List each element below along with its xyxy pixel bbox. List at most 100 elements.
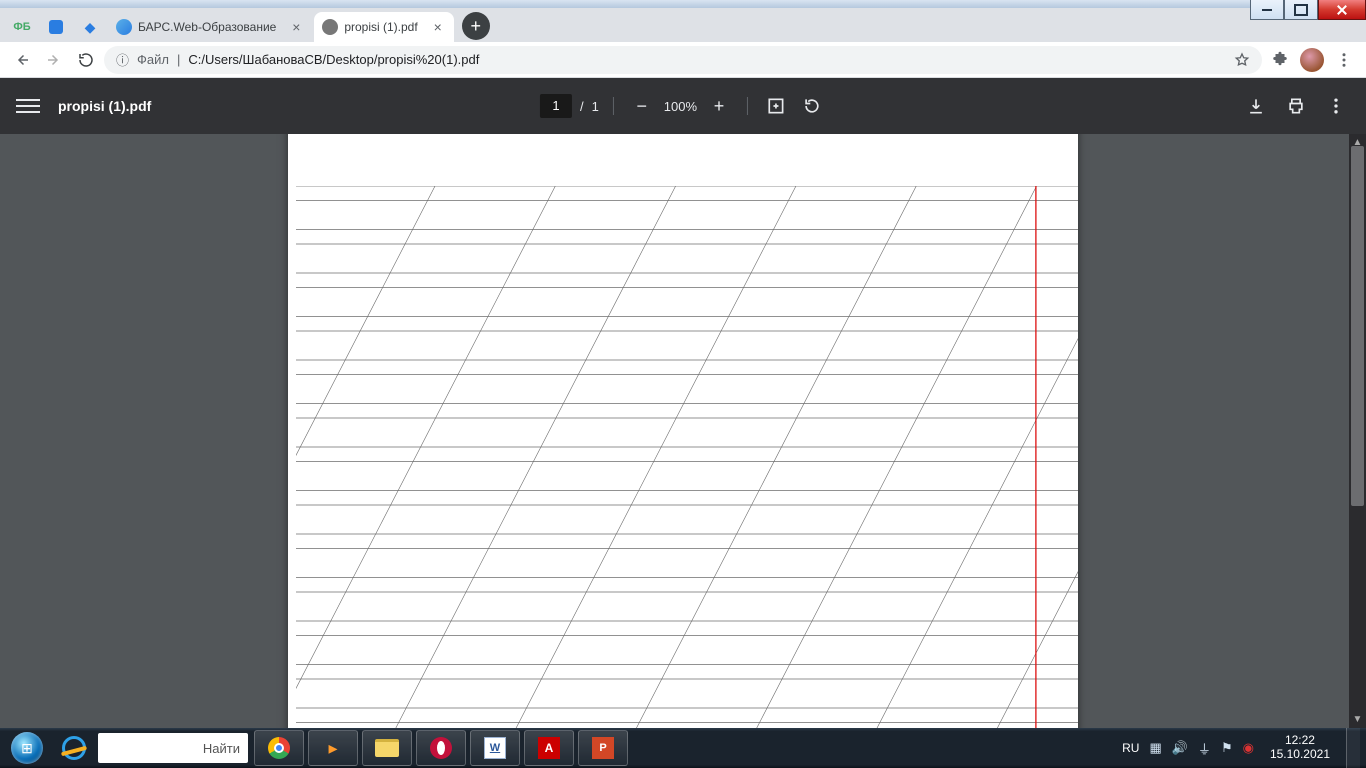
window-titlebar-sliver — [0, 0, 1366, 8]
pdf-page-total: 1 — [592, 99, 599, 114]
chrome-icon — [268, 737, 290, 759]
pdf-zoom-level: 100% — [664, 99, 697, 114]
play-icon: ▸ — [328, 738, 337, 759]
word-icon: W — [484, 737, 506, 759]
pinned-tab-3[interactable]: ◆ — [74, 12, 106, 42]
tab-bars-web[interactable]: БАРС.Web-Образование × — [108, 12, 312, 42]
taskbar-app-mediaplayer[interactable]: ▸ — [308, 730, 358, 766]
pdf-fit-button[interactable] — [762, 92, 790, 120]
pdf-filename: propisi (1).pdf — [58, 98, 151, 114]
tab-propisi-close[interactable]: × — [430, 19, 446, 35]
fit-page-icon — [766, 96, 786, 116]
pdf-viewport: ▲ ▼ — [0, 134, 1366, 728]
acrobat-icon: A — [538, 737, 560, 759]
taskbar-app-powerpoint[interactable]: P — [578, 730, 628, 766]
extensions-button[interactable] — [1266, 46, 1294, 74]
pinned-tab-2-icon — [49, 20, 63, 34]
profile-avatar-button[interactable] — [1298, 46, 1326, 74]
kebab-icon — [1335, 51, 1353, 69]
taskbar-search-box[interactable]: Найти — [98, 733, 248, 763]
tray-network-icon[interactable]: ⏚ — [1198, 739, 1211, 758]
pdf-page-input[interactable]: 1 — [540, 94, 572, 118]
pdf-toolbar: propisi (1).pdf 1 / 1 − 100% + — [0, 78, 1366, 134]
rotate-icon — [802, 96, 822, 116]
pdf-download-button[interactable] — [1242, 92, 1270, 120]
taskbar-pinned-ie[interactable] — [54, 728, 94, 768]
address-scheme-label: Файл — [137, 52, 169, 67]
pdf-page-sep: / — [580, 99, 584, 114]
pdf-print-button[interactable] — [1282, 92, 1310, 120]
divider — [613, 97, 614, 115]
start-button[interactable] — [0, 728, 54, 768]
tab-bars-favicon — [116, 19, 132, 35]
arrow-right-icon — [45, 51, 63, 69]
taskbar-app-opera[interactable] — [416, 730, 466, 766]
tray-date: 15.10.2021 — [1270, 748, 1330, 762]
window-minimize-button[interactable] — [1250, 0, 1284, 20]
powerpoint-icon: P — [592, 737, 614, 759]
taskbar-app-explorer[interactable] — [362, 730, 412, 766]
pdf-zoom-in-button[interactable]: + — [705, 92, 733, 120]
tab-propisi[interactable]: propisi (1).pdf × — [314, 12, 453, 42]
site-info-icon[interactable]: ⓘ — [116, 50, 129, 69]
taskbar-app-word[interactable]: W — [470, 730, 520, 766]
pinned-tab-2[interactable] — [40, 12, 72, 42]
puzzle-icon — [1271, 51, 1289, 69]
download-icon — [1246, 96, 1266, 116]
tray-action-icon[interactable]: ⚑ — [1221, 740, 1233, 756]
new-tab-button[interactable]: + — [462, 12, 490, 40]
scrollbar-thumb[interactable] — [1351, 146, 1364, 506]
reload-icon — [77, 51, 95, 69]
pinned-tab-3-icon: ◆ — [85, 19, 96, 36]
opera-icon — [430, 737, 452, 759]
pdf-scrollbar[interactable]: ▲ ▼ — [1349, 134, 1366, 728]
pdf-rotate-button[interactable] — [798, 92, 826, 120]
scrollbar-down-button[interactable]: ▼ — [1349, 711, 1366, 728]
tray-language-indicator[interactable]: RU — [1122, 741, 1139, 755]
bookmark-star-button[interactable] — [1234, 52, 1250, 68]
tray-clock[interactable]: 12:22 15.10.2021 — [1264, 734, 1336, 762]
window-close-button[interactable] — [1318, 0, 1366, 20]
window-controls — [1250, 0, 1366, 20]
pdf-zoom-out-button[interactable]: − — [628, 92, 656, 120]
divider — [747, 97, 748, 115]
tray-time: 12:22 — [1270, 734, 1330, 748]
print-icon — [1286, 96, 1306, 116]
nav-back-button[interactable] — [8, 46, 36, 74]
browser-menu-button[interactable] — [1330, 46, 1358, 74]
pdf-page — [288, 134, 1078, 728]
tray-security-icon[interactable]: ◉ — [1243, 740, 1254, 756]
pinned-tab-1-icon: ФБ — [13, 21, 30, 33]
show-desktop-button[interactable] — [1346, 728, 1360, 768]
kebab-icon — [1326, 96, 1346, 116]
pdf-more-button[interactable] — [1322, 92, 1350, 120]
pdf-menu-button[interactable] — [16, 94, 40, 118]
folder-icon — [375, 739, 399, 757]
tab-propisi-favicon — [322, 19, 338, 35]
nav-reload-button[interactable] — [72, 46, 100, 74]
window-maximize-button[interactable] — [1284, 0, 1318, 20]
taskbar-app-chrome[interactable] — [254, 730, 304, 766]
start-orb-icon — [11, 732, 43, 764]
star-icon — [1234, 52, 1250, 68]
tray-volume-icon[interactable]: 🔊 — [1172, 740, 1188, 756]
tab-bars-title: БАРС.Web-Образование — [138, 20, 276, 34]
tray-gpu-icon[interactable]: ▦ — [1149, 740, 1161, 756]
page-writing-grid — [296, 186, 1078, 728]
pdf-toolbar-center: 1 / 1 − 100% + — [540, 92, 826, 120]
pinned-tab-1[interactable]: ФБ — [6, 12, 38, 42]
browser-tabstrip: ФБ ◆ БАРС.Web-Образование × propisi (1).… — [0, 8, 1366, 42]
address-bar[interactable]: ⓘ Файл | C:/Users/ШабановаСВ/Desktop/pro… — [104, 46, 1262, 74]
nav-forward-button[interactable] — [40, 46, 68, 74]
tab-propisi-title: propisi (1).pdf — [344, 20, 417, 34]
taskbar-app-acrobat[interactable]: A — [524, 730, 574, 766]
ie-icon — [62, 736, 86, 760]
arrow-left-icon — [13, 51, 31, 69]
avatar-icon — [1300, 48, 1324, 72]
browser-toolbar: ⓘ Файл | C:/Users/ШабановаСВ/Desktop/pro… — [0, 42, 1366, 78]
taskbar-search-placeholder: Найти — [203, 741, 240, 756]
address-path: C:/Users/ШабановаСВ/Desktop/propisi%20(1… — [188, 52, 479, 67]
windows-taskbar: Найти ▸ W A P RU ▦ 🔊 ⏚ ⚑ ◉ 12:22 15.10.2… — [0, 728, 1366, 768]
page-decoration-branch — [328, 134, 488, 142]
tab-bars-close[interactable]: × — [288, 19, 304, 35]
